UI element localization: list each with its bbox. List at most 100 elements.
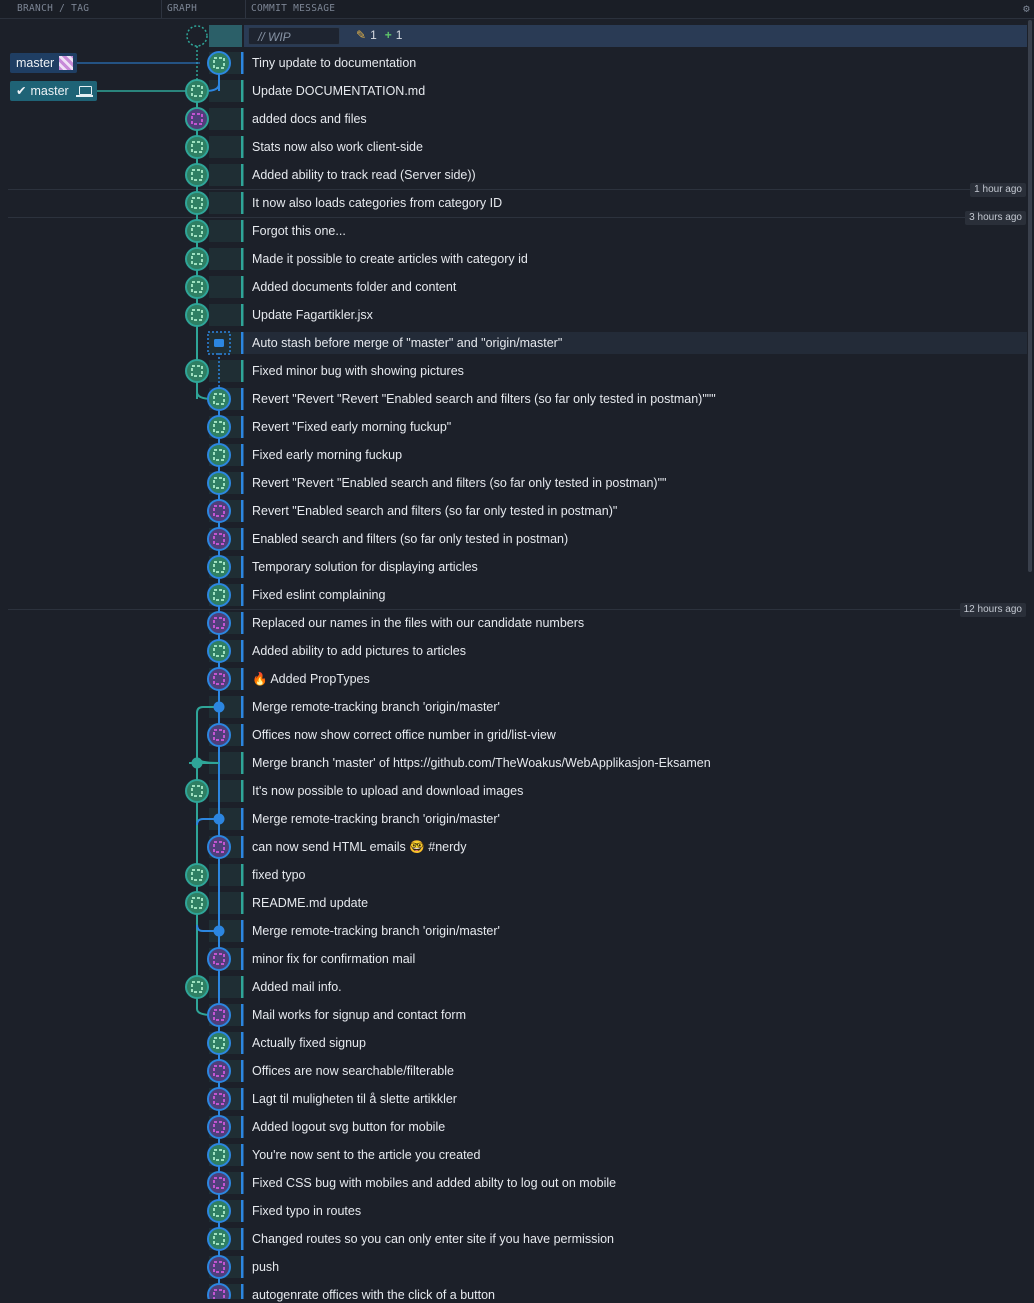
merge-node [213, 925, 225, 937]
row-lane-marker [241, 920, 244, 942]
commit-message[interactable]: Replaced our names in the files with our… [252, 615, 584, 631]
row-lane-marker [241, 472, 244, 494]
commit-message[interactable]: It now also loads categories from catego… [252, 195, 502, 211]
commit-message[interactable]: Lagt til muligheten til å slette artikkl… [252, 1091, 457, 1107]
author-avatar [185, 219, 209, 243]
commit-message[interactable]: Revert "Revert "Enabled search and filte… [252, 475, 666, 491]
commit-message[interactable]: It's now possible to upload and download… [252, 783, 523, 799]
author-avatar [185, 79, 209, 103]
commit-message[interactable]: Added ability to add pictures to article… [252, 643, 466, 659]
commit-message[interactable]: Tiny update to documentation [252, 55, 416, 71]
commit-message[interactable]: Fixed minor bug with showing pictures [252, 363, 464, 379]
row-lane-marker [241, 1256, 244, 1278]
author-avatar [207, 1115, 231, 1139]
commit-message[interactable]: Mail works for signup and contact form [252, 1007, 466, 1023]
row-lane-marker [241, 80, 244, 102]
commit-message[interactable]: You're now sent to the article you creat… [252, 1147, 480, 1163]
author-avatar [207, 1283, 231, 1299]
author-avatar [207, 667, 231, 691]
author-avatar [185, 107, 209, 131]
author-avatar [185, 891, 209, 915]
author-avatar [185, 247, 209, 271]
commit-message[interactable]: push [252, 1259, 279, 1275]
author-avatar [207, 527, 231, 551]
row-lane-marker [241, 948, 244, 970]
commit-message[interactable]: Fixed typo in routes [252, 1203, 361, 1219]
commit-graph [77, 25, 244, 1299]
wip-summary-input[interactable]: // WIP [248, 27, 340, 45]
author-avatar [207, 51, 231, 75]
row-lane-marker [241, 192, 244, 214]
commit-message[interactable]: Fixed early morning fuckup [252, 447, 402, 463]
commit-message[interactable]: 🔥 Added PropTypes [252, 671, 370, 687]
commit-message[interactable]: Forgot this one... [252, 223, 346, 239]
row-lane-marker [241, 360, 244, 382]
scrollbar[interactable] [1028, 20, 1032, 572]
author-avatar [207, 1031, 231, 1055]
commit-message[interactable]: fixed typo [252, 867, 306, 883]
commit-message[interactable]: Added documents folder and content [252, 279, 456, 295]
commit-message[interactable]: Added logout svg button for mobile [252, 1119, 445, 1135]
row-lane-marker [241, 556, 244, 578]
graph-row-tint [209, 780, 242, 802]
commit-message[interactable]: Added mail info. [252, 979, 342, 995]
row-lane-marker [241, 332, 244, 354]
commit-message[interactable]: README.md update [252, 895, 368, 911]
merge-node [213, 701, 225, 713]
commit-message[interactable]: Revert "Enabled search and filters (so f… [252, 503, 617, 519]
row-lane-marker [241, 584, 244, 606]
commit-message[interactable]: Added ability to track read (Server side… [252, 167, 476, 183]
graph-row-tint [209, 304, 242, 326]
commit-message[interactable]: added docs and files [252, 111, 367, 127]
author-avatar [185, 303, 209, 327]
row-lane-marker [241, 304, 244, 326]
graph-row-tint [209, 892, 242, 914]
row-lane-marker [241, 864, 244, 886]
commit-message[interactable]: Stats now also work client-side [252, 139, 423, 155]
graph-row-tint [209, 108, 242, 130]
graph-row-tint [209, 276, 242, 298]
author-avatar [207, 723, 231, 747]
commit-message[interactable]: Merge remote-tracking branch 'origin/mas… [252, 699, 500, 715]
author-avatar [207, 499, 231, 523]
local-branch-master[interactable]: ✔ master [10, 81, 97, 101]
commit-message[interactable]: Update DOCUMENTATION.md [252, 83, 425, 99]
graph-row-tint [209, 248, 242, 270]
commit-message[interactable]: Merge remote-tracking branch 'origin/mas… [252, 811, 500, 827]
graph-row-tint [209, 332, 242, 354]
row-lane-marker [241, 976, 244, 998]
commit-message[interactable]: minor fix for confirmation mail [252, 951, 415, 967]
commit-message[interactable]: Changed routes so you can only enter sit… [252, 1231, 614, 1247]
row-lane-marker [241, 444, 244, 466]
author-avatar [185, 863, 209, 887]
author-avatar [185, 275, 209, 299]
commit-message[interactable]: Merge remote-tracking branch 'origin/mas… [252, 923, 500, 939]
commit-message[interactable]: autogenrate offices with the click of a … [252, 1287, 495, 1303]
commit-message[interactable]: Made it possible to create articles with… [252, 251, 528, 267]
commit-message[interactable]: can now send HTML emails 🤓 #nerdy [252, 839, 467, 855]
commit-message[interactable]: Temporary solution for displaying articl… [252, 559, 478, 575]
commit-message[interactable]: Fixed eslint complaining [252, 587, 385, 603]
author-avatar [207, 1227, 231, 1251]
merge-node [191, 757, 203, 769]
graph-row-tint [209, 192, 242, 214]
commit-message[interactable]: Fixed CSS bug with mobiles and added abi… [252, 1175, 616, 1191]
commit-message[interactable]: Update Fagartikler.jsx [252, 307, 373, 323]
commit-message[interactable]: Auto stash before merge of "master" and … [252, 335, 562, 351]
row-lane-marker [241, 836, 244, 858]
commit-message[interactable]: Merge branch 'master' of https://github.… [252, 755, 711, 771]
author-avatar [207, 1255, 231, 1279]
remote-branch-master[interactable]: master [10, 53, 77, 73]
commit-message[interactable]: Actually fixed signup [252, 1035, 366, 1051]
commit-message[interactable]: Offices now show correct office number i… [252, 727, 556, 743]
author-avatar [207, 415, 231, 439]
graph-row-tint [209, 80, 242, 102]
row-lane-marker [241, 612, 244, 634]
commit-message[interactable]: Enabled search and filters (so far only … [252, 531, 568, 547]
row-lane-marker [241, 388, 244, 410]
commit-message[interactable]: Offices are now searchable/filterable [252, 1063, 454, 1079]
commit-message[interactable]: Revert "Revert "Revert "Enabled search a… [252, 391, 716, 407]
row-lane-marker [241, 1032, 244, 1054]
row-lane-marker [241, 892, 244, 914]
commit-message[interactable]: Revert "Fixed early morning fuckup" [252, 419, 451, 435]
